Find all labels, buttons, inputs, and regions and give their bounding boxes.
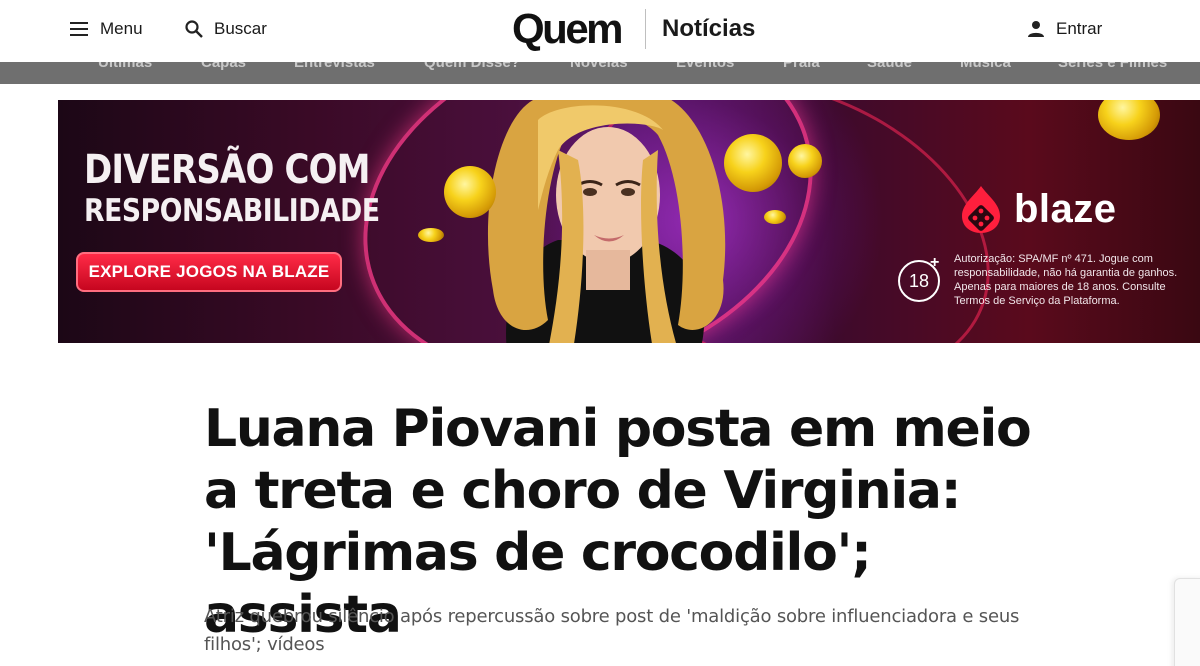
coin-graphic <box>444 166 496 218</box>
article-subtitle: Atriz quebrou silêncio após repercussão … <box>204 606 1020 655</box>
category-item[interactable]: Praia <box>783 62 820 71</box>
menu-button[interactable]: Menu <box>70 16 143 42</box>
category-item[interactable]: Saúde <box>867 62 912 71</box>
blaze-brand: blaze <box>958 184 1117 234</box>
brand: Quem Notícias <box>512 5 755 53</box>
login-button[interactable]: Entrar <box>1026 16 1102 42</box>
search-button[interactable]: Buscar <box>184 16 267 42</box>
category-item[interactable]: Entrevistas <box>294 62 375 71</box>
coin-graphic <box>724 134 782 192</box>
category-nav: Últimas Capas Entrevistas Quem Disse? No… <box>0 62 1200 84</box>
coin-graphic <box>788 144 822 178</box>
ad-headline-line1: DIVERSÃO COM <box>84 147 370 193</box>
user-icon <box>1028 21 1044 37</box>
search-icon <box>185 20 203 38</box>
brand-divider <box>645 9 647 49</box>
category-item[interactable]: Últimas <box>98 62 152 71</box>
age-rating-plus: + <box>930 254 940 271</box>
category-item[interactable]: Capas <box>201 62 246 71</box>
blaze-logo-icon <box>962 186 1000 233</box>
menu-icon <box>70 22 88 36</box>
menu-label: Menu <box>100 19 143 38</box>
category-item[interactable]: Séries e Filmes <box>1058 62 1167 71</box>
site-header: Menu Buscar Quem Notícias Entrar <box>0 0 1200 62</box>
ad-banner[interactable]: DIVERSÃO COM RESPONSABILIDADE EXPLORE JO… <box>58 100 1200 343</box>
category-item[interactable]: Novelas <box>570 62 628 71</box>
side-widget-tab[interactable] <box>1174 578 1200 666</box>
quem-logo[interactable]: Quem <box>512 5 624 53</box>
search-label: Buscar <box>214 19 267 38</box>
coin-graphic <box>1098 100 1160 140</box>
section-title[interactable]: Notícias <box>662 15 755 43</box>
category-item[interactable]: Música <box>960 62 1011 71</box>
ad-cta-button[interactable]: EXPLORE JOGOS NA BLAZE <box>76 252 342 292</box>
ad-model-image <box>488 100 726 343</box>
ad-legal-text: Autorização: SPA/MF nº 471. Jogue com re… <box>954 253 1178 307</box>
login-label: Entrar <box>1056 19 1103 38</box>
category-item[interactable]: Quem Disse? <box>424 62 520 71</box>
ad-headline: DIVERSÃO COM RESPONSABILIDADE <box>84 150 428 227</box>
category-item[interactable]: Eventos <box>676 62 734 71</box>
ad-headline-line2: RESPONSABILIDADE <box>84 193 380 229</box>
coin-graphic <box>764 210 786 224</box>
blaze-wordmark: blaze <box>1014 186 1117 231</box>
coin-graphic <box>418 228 444 242</box>
